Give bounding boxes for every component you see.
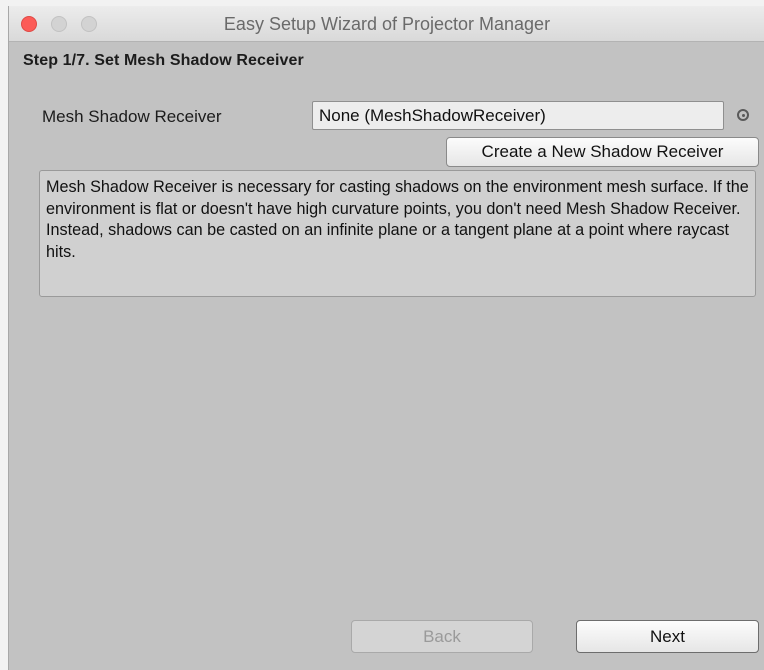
- mesh-shadow-receiver-label: Mesh Shadow Receiver: [42, 107, 222, 126]
- next-button[interactable]: Next: [576, 620, 759, 653]
- title-bar[interactable]: Easy Setup Wizard of Projector Manager: [9, 6, 764, 42]
- mesh-shadow-receiver-field[interactable]: None (MeshShadowReceiver): [312, 101, 724, 130]
- back-button: Back: [351, 620, 533, 653]
- wizard-window: Easy Setup Wizard of Projector Manager S…: [8, 6, 764, 670]
- object-picker-icon[interactable]: [737, 109, 749, 121]
- picker-dot: [741, 113, 745, 117]
- create-shadow-receiver-button[interactable]: Create a New Shadow Receiver: [446, 137, 759, 167]
- step-heading: Step 1/7. Set Mesh Shadow Receiver: [23, 52, 304, 69]
- help-box: Mesh Shadow Receiver is necessary for ca…: [39, 170, 756, 297]
- window-title: Easy Setup Wizard of Projector Manager: [223, 14, 551, 34]
